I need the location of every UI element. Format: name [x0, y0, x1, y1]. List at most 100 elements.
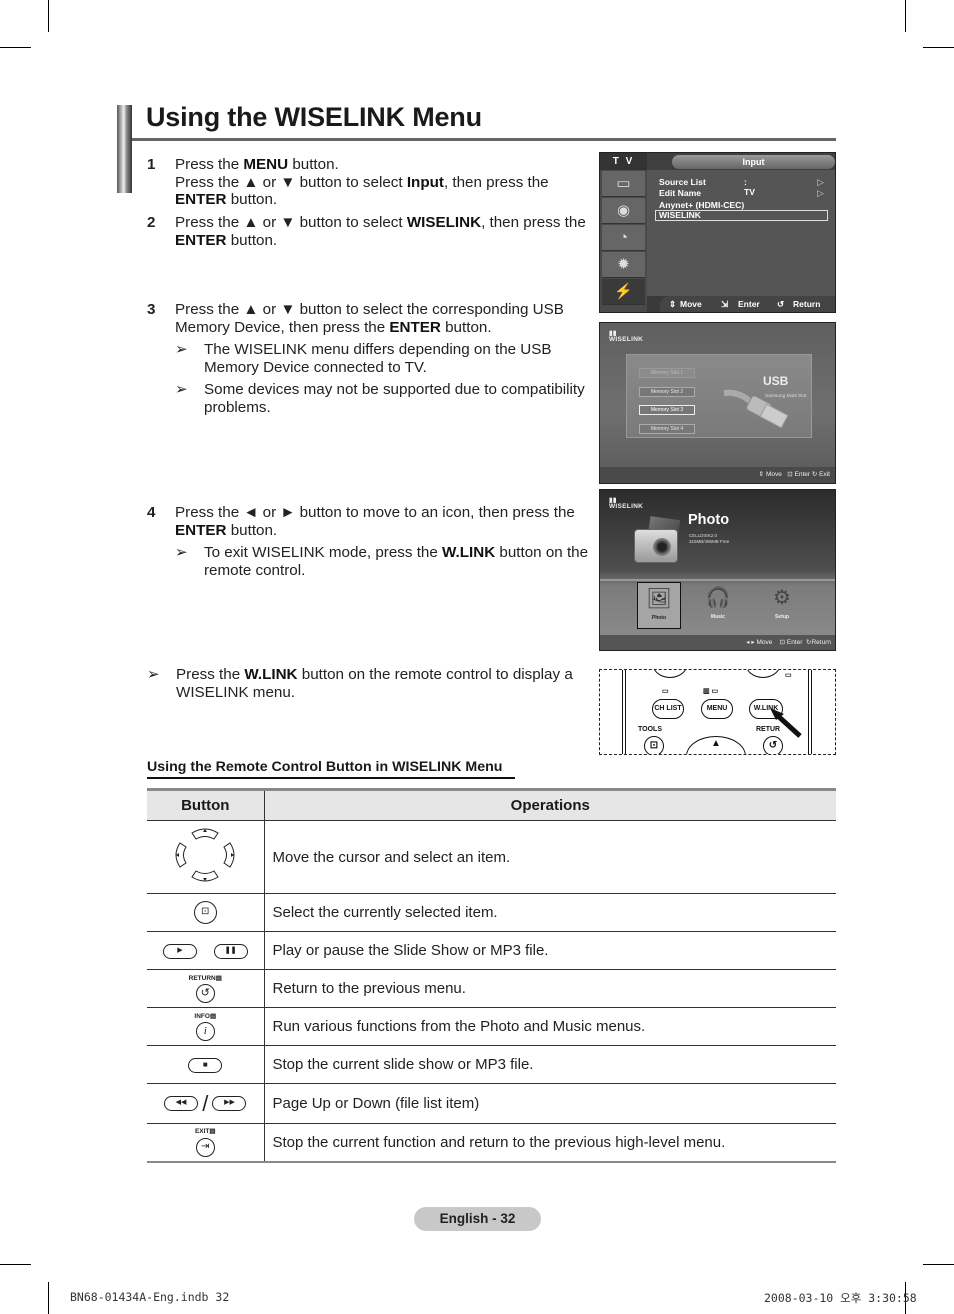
screen-footer: ⇕ Move ⊡ Enter ↻ Exit: [600, 467, 835, 483]
info-button-icon: i: [195, 1021, 215, 1041]
menu-item-source-list[interactable]: Source List : TV ▷: [659, 177, 824, 197]
note-text: Press the W.LINK button on the remote co…: [176, 666, 573, 701]
tile-setup[interactable]: ⚙ Setup: [760, 582, 804, 629]
return-button[interactable]: ↺: [763, 736, 783, 754]
device-free-space: 315MB/495MB Free: [689, 539, 730, 544]
table-row: ■ Stop the current slide show or MP3 fil…: [147, 1045, 836, 1084]
exit-icon: ↻: [811, 471, 818, 478]
tile-label: Music: [710, 614, 726, 620]
standalone-note: ➢ Press the W.LINK button on the remote …: [147, 666, 587, 701]
setup-icon: ✹: [602, 252, 645, 278]
logo-text: WISELINK: [609, 503, 644, 510]
title-rule: [132, 138, 836, 141]
note-text: Some devices may not be supported due to…: [204, 381, 585, 416]
memory-slot-4[interactable]: Memory Slot 4: [639, 424, 695, 434]
step-line: Press the ▲ or ▼ button to select the co…: [175, 301, 564, 336]
button-cell: ▶ ❚❚: [147, 931, 265, 970]
fast-forward-button-icon: ▶▶: [212, 1096, 247, 1111]
memory-slot-1[interactable]: Memory Slot 1: [639, 368, 695, 378]
table-row: RETURN▤ ↺ Return to the previous menu.: [147, 969, 836, 1008]
left-right-icon: ◂ ▸: [746, 639, 755, 646]
table-row: Move the cursor and select an item.: [147, 820, 836, 894]
info-label: INFO▤: [194, 1012, 217, 1020]
footer-exit-label: Exit: [819, 471, 830, 478]
pointer-arrow-icon: [770, 708, 802, 738]
footer-enter-label: Enter: [786, 639, 803, 646]
button-cell: EXIT▤ ⇥: [147, 1123, 265, 1163]
exit-label: EXIT▤: [194, 1127, 216, 1135]
submenu-arrow-icon: ▷: [817, 188, 824, 198]
table-header-row: Button Operations: [147, 788, 836, 821]
pause-button-icon: ❚❚: [213, 943, 248, 959]
screen-footer: ◂ ▸ Move ⊡ Enter ↻Return: [600, 635, 835, 650]
menu-item-edit-name[interactable]: Edit Name ▷: [659, 188, 824, 198]
enter-button-icon: ⊡: [193, 901, 217, 924]
remote-control-illustration: ▭ ▭ ▥ ▭ CH LIST MENU W.LINK TOOLS RETUR …: [599, 669, 836, 755]
input-icon: ⚡: [602, 279, 645, 305]
note: ➢ The WISELINK menu differs depending on…: [175, 341, 595, 376]
wiselink-logo: ▮▮ WISELINK: [609, 330, 643, 343]
operation-cell: Page Up or Down (file list item): [264, 1083, 836, 1124]
menu-item-anynet[interactable]: Anynet+ (HDMI-CEC): [659, 200, 744, 210]
step-body: Press the ▲ or ▼ button to select the co…: [175, 301, 595, 416]
subheading-underline: [147, 777, 515, 779]
menu-item-wiselink[interactable]: WISELINK: [659, 210, 701, 220]
page-number-badge: English - 32: [414, 1207, 541, 1231]
wiselink-usb-screenshot: ▮▮ WISELINK Memory Slot 1 Memory Slot 2 …: [599, 322, 836, 484]
note-arrow-icon: ➢: [175, 341, 188, 358]
column-header-operations: Operations: [264, 788, 836, 821]
up-button[interactable]: ▲: [686, 736, 746, 754]
crop-mark: [48, 0, 49, 32]
remote-button: [745, 670, 781, 678]
memory-slot-3[interactable]: Memory Slot 3: [639, 405, 695, 415]
tv-input-menu-screenshot: T V ▭ ◉ ◔ ✹ ⚡ Input Source List : TV ▷ E…: [599, 152, 836, 313]
print-file-info: BN68-01434A-Eng.indb 32: [70, 1290, 230, 1304]
step-body: Press the MENU button. Press the ▲ or ▼ …: [175, 156, 595, 209]
play-button-icon: ▶: [162, 943, 197, 959]
return-label: RETURN▤: [188, 974, 222, 982]
step-line: Press the ▲ or ▼ button to select Input,…: [175, 173, 549, 209]
rewind-button-icon: ◀◀: [164, 1096, 199, 1111]
move-icon: ⇕: [669, 299, 677, 309]
ch-list-button[interactable]: CH LIST: [652, 699, 684, 719]
table-row: ⊡ Select the currently selected item.: [147, 893, 836, 932]
crop-mark: [48, 1282, 49, 1314]
step-number: 1: [147, 156, 156, 173]
menu-title: Input: [672, 155, 835, 169]
divider: [600, 579, 835, 581]
move-icon: ⇕: [758, 471, 765, 478]
tile-music[interactable]: 🎧 Music: [696, 582, 740, 629]
tile-label: Setup: [775, 614, 789, 620]
footer-enter-label: Enter: [738, 299, 760, 309]
button-cell: RETURN▤ ↺: [147, 969, 265, 1008]
remote-label-icon: ▭: [662, 688, 669, 695]
menu-item-label: Edit Name: [659, 188, 702, 198]
button-cell: [147, 820, 265, 894]
tile-photo[interactable]: 🖼 Photo: [637, 582, 681, 629]
enter-icon: ⊡: [787, 471, 793, 478]
menu-item-label: Source List: [659, 177, 706, 187]
step-line: Press the ▲ or ▼ button to select WISELI…: [175, 214, 586, 249]
button-cell: ◀◀ / ▶▶: [147, 1083, 265, 1124]
device-subtitle: Samsung Multi Slot: [765, 394, 807, 399]
tools-label: TOOLS: [638, 726, 662, 733]
stop-button-icon: ■: [188, 1057, 223, 1073]
note: ➢ To exit WISELINK mode, press the W.LIN…: [175, 544, 595, 579]
title-accent-bar: [117, 105, 132, 193]
section-subheading: Using the Remote Control Button in WISEL…: [147, 759, 503, 775]
camera-icon: [634, 529, 678, 563]
menu-button[interactable]: MENU: [701, 699, 733, 719]
footer-enter-label: Enter: [794, 471, 811, 478]
table-row: INFO▤ i Run various functions from the P…: [147, 1007, 836, 1046]
picture-icon: ▭: [602, 171, 645, 197]
gear-icon: ⚙: [773, 587, 791, 609]
menu-item-label: WISELINK: [659, 210, 702, 220]
step-number: 2: [147, 214, 156, 231]
memory-slot-2[interactable]: Memory Slot 2: [639, 387, 695, 397]
operation-cell: Play or pause the Slide Show or MP3 file…: [264, 931, 836, 970]
tv-label: T V: [600, 153, 647, 170]
note-arrow-icon: ➢: [175, 381, 188, 398]
step-body: Press the ◄ or ► button to move to an ic…: [175, 504, 595, 579]
tools-button[interactable]: ⊡: [644, 736, 664, 754]
navigation-pad-icon: [175, 828, 235, 882]
